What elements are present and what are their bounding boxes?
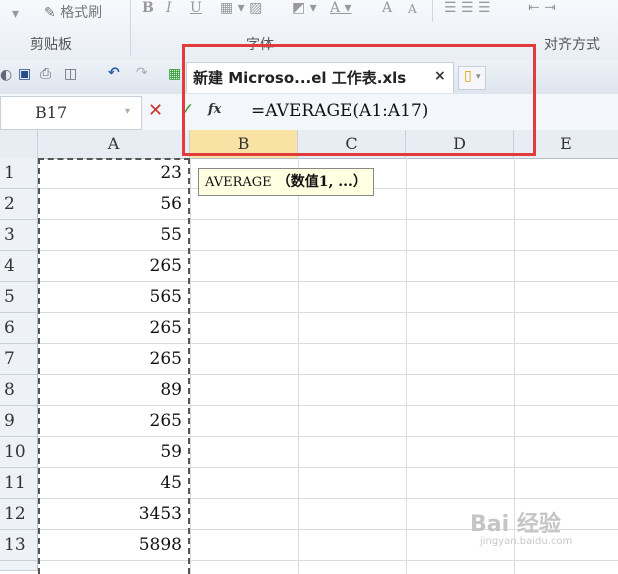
row-header[interactable]: 9 bbox=[0, 406, 38, 437]
row-number: 3 bbox=[4, 225, 15, 245]
print-preview-icon[interactable]: ◫ bbox=[64, 66, 77, 82]
row-number: 5 bbox=[4, 287, 15, 307]
row-header[interactable]: 13 bbox=[0, 530, 38, 561]
row-header[interactable] bbox=[0, 561, 38, 571]
shrink-font-button[interactable]: A bbox=[408, 2, 417, 16]
row-header[interactable]: 3 bbox=[0, 220, 38, 251]
grow-font-button[interactable]: A bbox=[382, 0, 392, 16]
row-header[interactable]: 2 bbox=[0, 189, 38, 220]
row-header[interactable]: 11 bbox=[0, 468, 38, 499]
row-header[interactable]: 4 bbox=[0, 251, 38, 282]
row-header[interactable]: 10 bbox=[0, 437, 38, 468]
row-number: 13 bbox=[4, 535, 26, 555]
alignment-group-label: 对齐方式 bbox=[544, 37, 600, 53]
border-icon[interactable]: ▦ ▾ ▨ bbox=[220, 0, 262, 16]
row-header[interactable]: 5 bbox=[0, 282, 38, 313]
brush-icon: ✎ bbox=[44, 5, 56, 21]
watermark-url: jingyan.baidu.com bbox=[480, 536, 573, 547]
row-header[interactable]: 1 bbox=[0, 158, 38, 189]
save-icon[interactable]: ▣ bbox=[18, 66, 31, 82]
cancel-icon[interactable]: ✕ bbox=[148, 100, 163, 121]
row-header[interactable]: 8 bbox=[0, 375, 38, 406]
row-number: 11 bbox=[4, 473, 26, 493]
row-number: 7 bbox=[4, 349, 15, 369]
indent-buttons-icon[interactable]: ⇤ ⇥ bbox=[528, 0, 556, 16]
font-color-icon[interactable]: A ▾ bbox=[330, 0, 352, 16]
print-icon[interactable]: ⎙ bbox=[40, 66, 51, 82]
italic-button[interactable]: I bbox=[166, 0, 172, 16]
row-number: 10 bbox=[4, 442, 26, 462]
chevron-down-icon[interactable]: ▾ bbox=[125, 106, 130, 117]
row-number: 4 bbox=[4, 256, 15, 276]
format-painter-button[interactable]: ✎ 格式刷 bbox=[44, 2, 102, 22]
name-box[interactable]: B17 ▾ bbox=[0, 96, 142, 130]
column-header-a[interactable]: A bbox=[38, 130, 190, 158]
sheet-icon: ▦ bbox=[168, 66, 182, 82]
bold-button[interactable]: B bbox=[142, 0, 154, 16]
highlight-box bbox=[182, 44, 536, 156]
grid-line bbox=[406, 158, 407, 574]
app-icon[interactable]: ◐ bbox=[0, 67, 12, 83]
grid-line bbox=[190, 158, 191, 574]
undo-icon[interactable]: ↶ bbox=[108, 65, 120, 81]
row-number: 8 bbox=[4, 380, 15, 400]
tooltip-args: （数值1, ...） bbox=[276, 174, 367, 190]
watermark-logo: Bai 经验 bbox=[470, 512, 561, 537]
row-header[interactable]: 12 bbox=[0, 499, 38, 530]
row-number: 12 bbox=[4, 504, 26, 524]
row-number: 9 bbox=[4, 411, 15, 431]
row-header[interactable]: 7 bbox=[0, 344, 38, 375]
align-buttons-icon[interactable]: ☰ ☰ ☰ bbox=[444, 0, 491, 16]
row-number: 6 bbox=[4, 318, 15, 338]
select-all-corner[interactable] bbox=[0, 130, 38, 158]
name-box-value: B17 bbox=[35, 103, 68, 122]
tooltip-function-name: AVERAGE bbox=[205, 175, 272, 190]
copy-marquee bbox=[38, 158, 190, 574]
redo-icon[interactable]: ↷ bbox=[136, 65, 148, 81]
row-number: 2 bbox=[4, 194, 15, 214]
underline-button[interactable]: U bbox=[190, 0, 202, 16]
divider bbox=[130, 0, 131, 56]
divider bbox=[432, 0, 433, 22]
dropdown-arrow-icon[interactable]: ▾ bbox=[12, 6, 19, 22]
row-number: 1 bbox=[4, 163, 15, 183]
function-tooltip: AVERAGE （数值1, ...） bbox=[198, 168, 374, 196]
row-header[interactable]: 6 bbox=[0, 313, 38, 344]
grid-line bbox=[298, 158, 299, 574]
clipboard-group-label: 剪贴板 bbox=[30, 37, 72, 53]
fill-color-icon[interactable]: ◩ ▾ bbox=[292, 0, 317, 16]
